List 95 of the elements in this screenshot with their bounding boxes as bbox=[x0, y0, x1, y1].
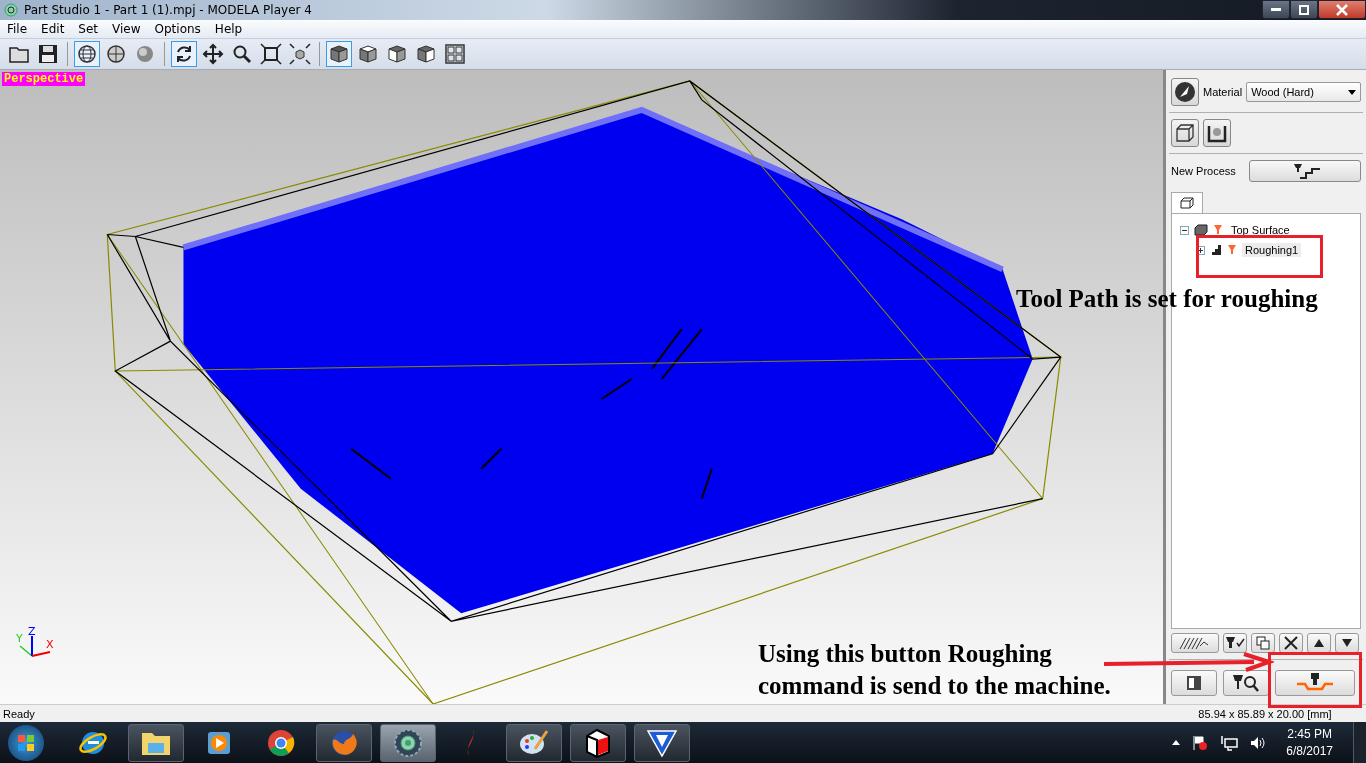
status-message: Ready bbox=[3, 707, 35, 720]
four-views-icon bbox=[444, 43, 466, 65]
toolbar-button[interactable] bbox=[200, 41, 226, 67]
cut-button[interactable] bbox=[1275, 670, 1355, 696]
axis-label: X bbox=[46, 638, 54, 651]
target-icon bbox=[4, 3, 18, 17]
taskbar-button[interactable] bbox=[380, 723, 436, 762]
toolbar-button[interactable] bbox=[258, 41, 284, 67]
network-icon[interactable] bbox=[1220, 734, 1239, 751]
triangle-icon bbox=[647, 728, 677, 757]
dropdown-arrow-icon bbox=[1348, 89, 1356, 95]
compass-icon bbox=[1174, 81, 1196, 103]
minimize-button[interactable] bbox=[1262, 0, 1290, 19]
tool-search-icon bbox=[1232, 673, 1260, 693]
show-hidden-icon[interactable] bbox=[1172, 740, 1181, 745]
annotation-text: command is send to the machine. bbox=[758, 671, 1111, 701]
move-up-button[interactable] bbox=[1307, 633, 1331, 653]
cube-icon bbox=[386, 43, 408, 65]
tool-icon bbox=[1227, 245, 1237, 255]
new-process-label: New Process bbox=[1171, 165, 1236, 177]
material-button[interactable] bbox=[1171, 78, 1199, 106]
copy-icon bbox=[1256, 636, 1270, 650]
view-label: Perspective bbox=[2, 72, 86, 86]
taskbar-button[interactable] bbox=[128, 723, 184, 762]
taskbar-button[interactable] bbox=[634, 723, 690, 762]
restore-icon bbox=[1299, 4, 1309, 15]
shaded-sphere-icon bbox=[134, 43, 156, 65]
tool-check-icon bbox=[1225, 636, 1245, 650]
maximize-button[interactable] bbox=[1290, 0, 1318, 19]
path-button[interactable] bbox=[1171, 633, 1219, 653]
bowl-icon bbox=[1207, 123, 1227, 143]
magnifier-icon bbox=[231, 43, 253, 65]
surface-icon bbox=[1194, 224, 1208, 236]
windows-flag-icon bbox=[17, 733, 35, 752]
menu-item[interactable]: View bbox=[105, 22, 148, 36]
cube-outline-icon bbox=[1180, 197, 1194, 209]
cube-icon bbox=[357, 43, 379, 65]
tree-item[interactable]: Top Surface bbox=[1228, 223, 1293, 237]
box-icon bbox=[583, 727, 613, 758]
new-process-button[interactable] bbox=[1249, 160, 1361, 182]
collapse-toggle[interactable] bbox=[1180, 225, 1189, 235]
stop-button[interactable] bbox=[1171, 670, 1217, 696]
copy-button[interactable] bbox=[1251, 633, 1275, 653]
toolbar-button[interactable] bbox=[171, 41, 197, 67]
annotation-text: Using this button Roughing bbox=[758, 639, 1053, 669]
delete-button[interactable] bbox=[1279, 633, 1303, 653]
tool-check-button[interactable] bbox=[1223, 633, 1247, 653]
start-button[interactable] bbox=[8, 724, 44, 761]
annotation-text: Tool Path is set for roughing bbox=[1016, 285, 1318, 313]
cube-icon bbox=[328, 43, 350, 65]
close-button[interactable] bbox=[1318, 0, 1366, 19]
material-label: Material bbox=[1203, 86, 1243, 98]
close-icon bbox=[1336, 3, 1348, 16]
wire-sphere-icon bbox=[76, 43, 98, 65]
move-down-button[interactable] bbox=[1335, 633, 1359, 653]
flag-icon[interactable] bbox=[1192, 734, 1209, 751]
box-outline-icon bbox=[1175, 123, 1195, 143]
tree-item[interactable]: Roughing1 bbox=[1242, 243, 1302, 257]
fit-cube-icon bbox=[289, 43, 311, 65]
target-icon bbox=[393, 727, 423, 758]
taskbar-button[interactable] bbox=[570, 723, 626, 762]
sphere-outline-icon bbox=[105, 43, 127, 65]
window-title: Part Studio 1 - Part 1 (1).mpj - MODELA Player 4 bbox=[24, 3, 312, 17]
up-triangle-icon bbox=[1314, 639, 1324, 647]
down-triangle-icon bbox=[1342, 639, 1352, 647]
tool-icon bbox=[1213, 225, 1223, 235]
cube-icon bbox=[415, 43, 437, 65]
tree-tab[interactable] bbox=[1171, 192, 1203, 213]
close-icon bbox=[1284, 636, 1298, 650]
toolbar-button[interactable] bbox=[326, 41, 352, 67]
menu-item[interactable]: Options bbox=[147, 22, 208, 36]
axis-label: Z bbox=[28, 626, 36, 638]
menu-item[interactable]: File bbox=[0, 22, 35, 36]
material-dropdown[interactable]: Wood (Hard) bbox=[1246, 82, 1361, 102]
expand-toggle[interactable] bbox=[1196, 245, 1205, 255]
clock[interactable]: 2:45 PM 6/8/2017 bbox=[1278, 725, 1341, 760]
toolbar-button[interactable] bbox=[74, 41, 100, 67]
workpiece-button[interactable] bbox=[1171, 119, 1199, 147]
menu-item[interactable]: Edit bbox=[34, 22, 72, 36]
dimensions-text: 85.94 x 85.89 x 20.00 [mm] bbox=[1197, 707, 1333, 720]
palette-icon bbox=[519, 728, 549, 757]
minimize-icon bbox=[1271, 7, 1281, 12]
menu-item[interactable]: Set bbox=[71, 22, 106, 36]
model-button[interactable] bbox=[1203, 119, 1231, 147]
step-icon bbox=[1210, 244, 1222, 256]
fit-frame-icon bbox=[260, 43, 282, 65]
taskbar-button[interactable] bbox=[506, 723, 562, 762]
move-arrows-icon bbox=[202, 43, 224, 65]
axis-label: Y bbox=[16, 632, 23, 645]
toolbar-button[interactable] bbox=[287, 41, 313, 67]
square-icon bbox=[1186, 675, 1202, 691]
menu-item[interactable]: Help bbox=[207, 22, 250, 36]
color-ring-icon bbox=[266, 727, 296, 758]
preview-button[interactable] bbox=[1223, 670, 1269, 696]
speaker-icon[interactable] bbox=[1250, 735, 1267, 750]
